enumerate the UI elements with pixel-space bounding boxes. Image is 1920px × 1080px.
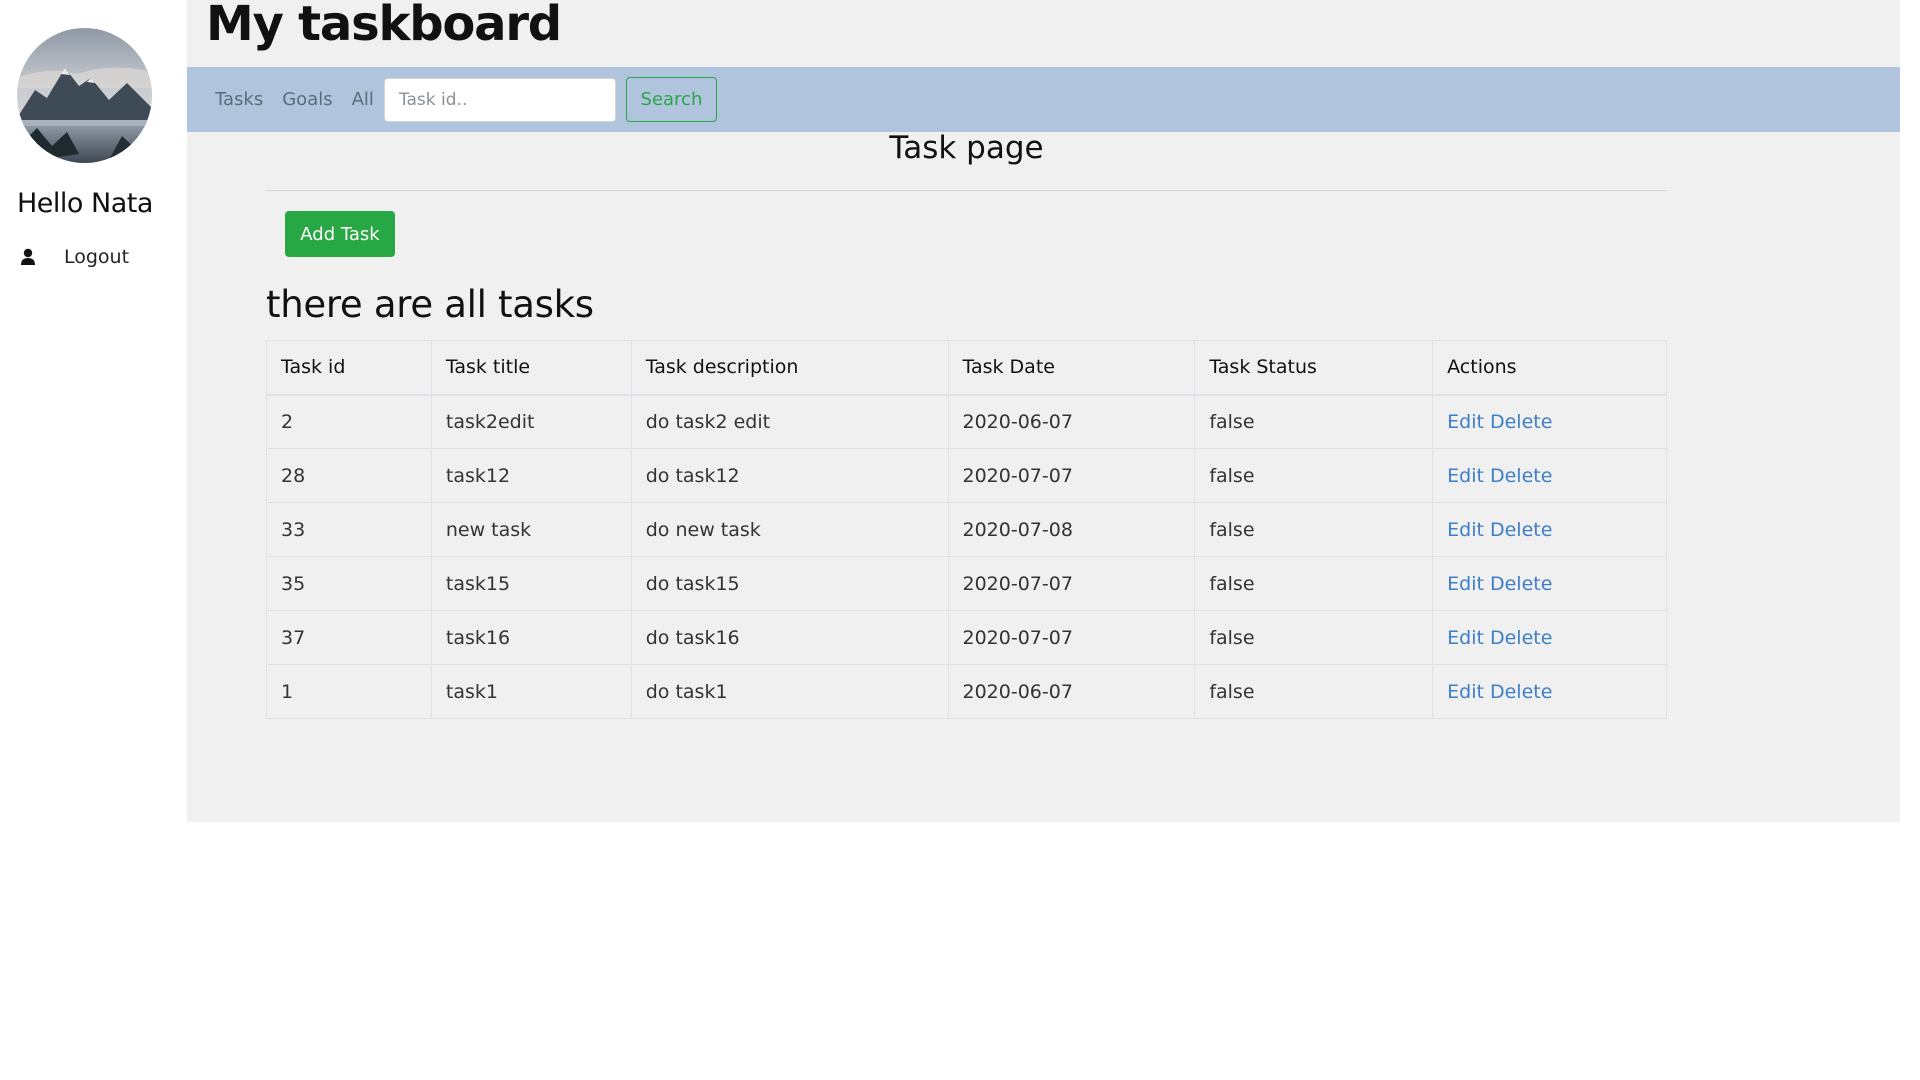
table-row: 35 task15 do task15 2020-07-07 false Edi… (266, 556, 1667, 611)
user-icon (20, 248, 36, 266)
nav-link-goals[interactable]: Goals (282, 89, 332, 110)
column-header-task-status: Task Status (1194, 340, 1434, 396)
column-header-task-title: Task title (430, 340, 632, 396)
cell-task-status: false (1194, 556, 1434, 611)
cell-actions: Edit Delete (1432, 448, 1667, 503)
cell-task-status: false (1194, 664, 1434, 719)
cell-task-date: 2020-06-07 (947, 394, 1196, 449)
table-row: 33 new task do new task 2020-07-08 false… (266, 502, 1667, 557)
main-content: My taskboard Tasks Goals All Search Task… (187, 0, 1900, 822)
cell-task-status: false (1194, 394, 1434, 449)
cell-task-date: 2020-07-08 (947, 502, 1196, 557)
delete-link[interactable]: Delete (1490, 465, 1552, 487)
cell-task-date: 2020-06-07 (947, 664, 1196, 719)
cell-task-status: false (1194, 448, 1434, 503)
delete-link[interactable]: Delete (1490, 681, 1552, 703)
cell-task-title: task16 (430, 610, 632, 665)
table-row: 1 task1 do task1 2020-06-07 false Edit D… (266, 664, 1667, 719)
table-row: 28 task12 do task12 2020-07-07 false Edi… (266, 448, 1667, 503)
cell-actions: Edit Delete (1432, 556, 1667, 611)
cell-task-description: do task16 (630, 610, 949, 665)
cell-task-title: task12 (430, 448, 632, 503)
cell-task-description: do new task (630, 502, 949, 557)
cell-task-id: 1 (266, 664, 432, 719)
cell-task-status: false (1194, 502, 1434, 557)
cell-actions: Edit Delete (1432, 664, 1667, 719)
cell-task-title: new task (430, 502, 632, 557)
delete-link[interactable]: Delete (1490, 411, 1552, 433)
cell-task-title: task1 (430, 664, 632, 719)
table-header-row: Task id Task title Task description Task… (266, 340, 1667, 396)
section-heading: Task page (889, 130, 1044, 166)
navbar: Tasks Goals All Search (187, 67, 1900, 132)
column-header-task-date: Task Date (947, 340, 1196, 396)
avatar (17, 28, 152, 163)
column-header-task-description: Task description (630, 340, 949, 396)
list-heading: there are all tasks (266, 283, 594, 326)
column-header-actions: Actions (1432, 340, 1667, 396)
logout-label: Logout (64, 246, 130, 268)
cell-actions: Edit Delete (1432, 394, 1667, 449)
table-row: 37 task16 do task16 2020-07-07 false Edi… (266, 610, 1667, 665)
cell-task-id: 37 (266, 610, 432, 665)
delete-link[interactable]: Delete (1490, 573, 1552, 595)
cell-task-date: 2020-07-07 (947, 448, 1196, 503)
cell-actions: Edit Delete (1432, 610, 1667, 665)
edit-link[interactable]: Edit (1447, 411, 1484, 433)
nav-link-tasks[interactable]: Tasks (215, 89, 263, 110)
cell-task-description: do task12 (630, 448, 949, 503)
logout-link[interactable]: Logout (20, 246, 129, 268)
divider (266, 190, 1667, 191)
edit-link[interactable]: Edit (1447, 465, 1484, 487)
cell-task-id: 33 (266, 502, 432, 557)
search-button[interactable]: Search (625, 77, 717, 122)
delete-link[interactable]: Delete (1490, 519, 1552, 541)
cell-task-description: do task1 (630, 664, 949, 719)
column-header-task-id: Task id (266, 340, 432, 396)
cell-task-title: task2edit (430, 394, 632, 449)
cell-task-description: do task15 (630, 556, 949, 611)
tasks-table: Task id Task title Task description Task… (266, 340, 1667, 719)
delete-link[interactable]: Delete (1490, 627, 1552, 649)
cell-task-date: 2020-07-07 (947, 610, 1196, 665)
mountain-lake-avatar-image (17, 28, 152, 163)
add-task-button[interactable]: Add Task (285, 211, 395, 257)
cell-task-status: false (1194, 610, 1434, 665)
search-input[interactable] (383, 77, 616, 122)
page-title: My taskboard (206, 0, 562, 52)
edit-link[interactable]: Edit (1447, 573, 1484, 595)
nav-link-all[interactable]: All (352, 89, 374, 110)
table-row: 2 task2edit do task2 edit 2020-06-07 fal… (266, 394, 1667, 449)
cell-task-description: do task2 edit (630, 394, 949, 449)
greeting: Hello Nata (17, 188, 153, 219)
cell-task-id: 28 (266, 448, 432, 503)
edit-link[interactable]: Edit (1447, 681, 1484, 703)
cell-task-id: 2 (266, 394, 432, 449)
edit-link[interactable]: Edit (1447, 519, 1484, 541)
cell-task-title: task15 (430, 556, 632, 611)
edit-link[interactable]: Edit (1447, 627, 1484, 649)
cell-task-id: 35 (266, 556, 432, 611)
cell-actions: Edit Delete (1432, 502, 1667, 557)
sidebar: Hello Nata Logout (0, 0, 187, 1080)
cell-task-date: 2020-07-07 (947, 556, 1196, 611)
